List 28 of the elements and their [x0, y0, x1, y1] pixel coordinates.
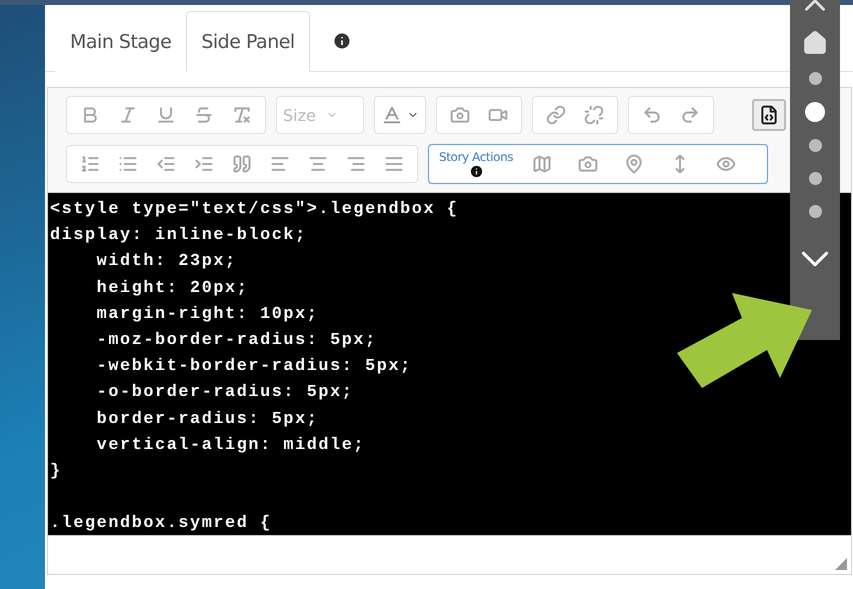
- code-line: -o-border-radius: 5px;: [96, 382, 354, 404]
- resize-grip-icon[interactable]: [835, 558, 847, 570]
- code-line: -moz-border-radius: 5px;: [96, 330, 377, 352]
- code-line: border-radius: 5px;: [96, 408, 318, 430]
- nav-dot[interactable]: [808, 172, 822, 185]
- code-line: vertical-align: middle;: [96, 434, 366, 457]
- code-line: margin-right: 10px;: [96, 304, 318, 326]
- code-line: }: [50, 460, 62, 483]
- text-color-icon: [381, 104, 403, 126]
- text-color-button[interactable]: [374, 96, 426, 134]
- code-line: display: inline-block;: [50, 225, 307, 248]
- code-line: height: 20px;: [96, 278, 248, 300]
- nav-dot[interactable]: [808, 205, 822, 218]
- code-line: <style type="text/css">.legendbox {: [50, 199, 458, 221]
- info-icon[interactable]: [468, 164, 484, 178]
- nav-dot[interactable]: [808, 72, 822, 85]
- source-button[interactable]: [752, 99, 786, 131]
- code-editor[interactable]: [48, 193, 851, 535]
- code-line: -webkit-border-radius: 5px;: [96, 356, 412, 378]
- tab[interactable]: Side Panel: [186, 11, 310, 72]
- nav-dot[interactable]: [805, 102, 825, 122]
- code-line: width: 23px;: [96, 251, 237, 274]
- home-icon[interactable]: [802, 30, 828, 56]
- code-line: .legendbox.symred {: [50, 513, 272, 535]
- story-actions-label[interactable]: Story Actions: [439, 150, 514, 164]
- code-file-icon: [759, 105, 779, 125]
- nav-dot[interactable]: [808, 139, 822, 152]
- info-icon[interactable]: [332, 31, 352, 51]
